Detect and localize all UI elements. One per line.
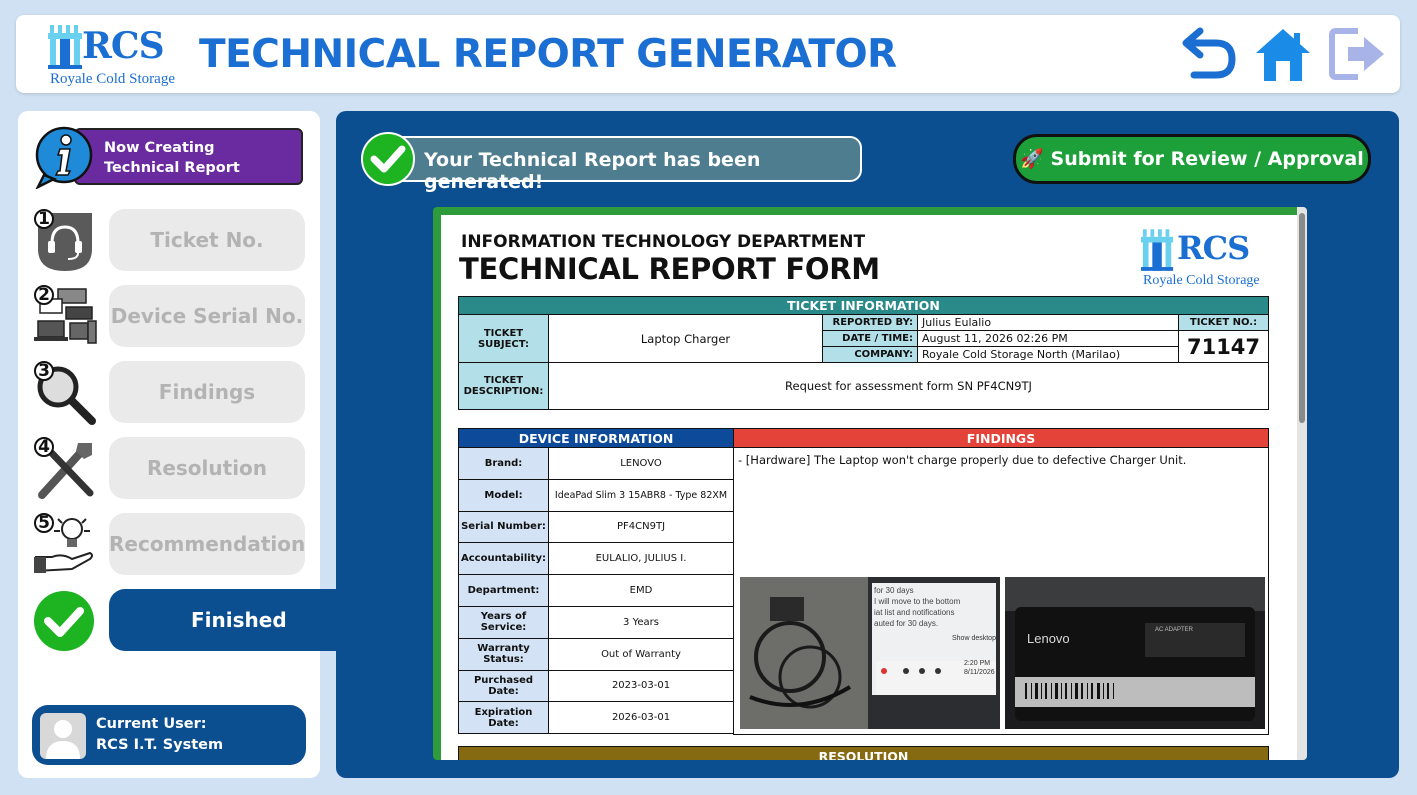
castle-icon bbox=[48, 25, 82, 69]
status-line1: Now Creating bbox=[104, 140, 215, 156]
status-line2: Technical Report bbox=[104, 160, 240, 176]
undo-icon[interactable] bbox=[1176, 25, 1238, 83]
success-check-icon bbox=[361, 132, 415, 186]
device-label: Years of Service: bbox=[458, 605, 549, 639]
photo1-text: 2:20 PM bbox=[964, 660, 991, 667]
step-number-3: 3 bbox=[34, 361, 54, 381]
current-user-label: Current User: bbox=[96, 716, 207, 732]
photo1-text: 8/11/2026 bbox=[964, 669, 995, 676]
findings-photo-1: for 30 days I will move to the bottom ia… bbox=[740, 577, 1000, 729]
app-header: RCS Royale Cold Storage TECHNICAL REPORT… bbox=[16, 15, 1400, 93]
device-value: EULALIO, JULIUS I. bbox=[548, 542, 734, 576]
home-icon[interactable] bbox=[1252, 25, 1314, 83]
photo1-text: auted for 30 days. bbox=[874, 619, 939, 628]
user-icon bbox=[46, 720, 80, 759]
photo2-brand-text: Lenovo bbox=[1027, 631, 1070, 646]
datetime-label: DATE / TIME: bbox=[822, 330, 918, 347]
company-label: COMPANY: bbox=[822, 346, 918, 363]
page-title: TECHNICAL REPORT GENERATOR bbox=[199, 32, 897, 77]
status-badge: Now Creating Technical Report bbox=[74, 128, 303, 185]
step-device-serial[interactable]: Device Serial No. bbox=[109, 285, 305, 347]
datetime-value: August 11, 2026 02:26 PM bbox=[917, 330, 1179, 347]
company-value: Royale Cold Storage North (Marilao) bbox=[917, 346, 1179, 363]
photo2-label-text: AC ADAPTER bbox=[1155, 627, 1194, 633]
info-icon bbox=[35, 126, 93, 189]
device-value: 3 Years bbox=[548, 605, 734, 639]
progress-sidebar: Now Creating Technical Report 1 Ticket N… bbox=[18, 111, 349, 778]
scrollbar-thumb[interactable] bbox=[1299, 213, 1305, 423]
submit-review-button[interactable]: 🚀 Submit for Review / Approval bbox=[1013, 134, 1371, 184]
device-value: 2026-03-01 bbox=[548, 701, 734, 735]
ticket-subject-label: TICKET SUBJECT: bbox=[458, 314, 549, 363]
device-label: Warranty Status: bbox=[458, 637, 549, 671]
device-value: Out of Warranty bbox=[548, 637, 734, 671]
report-scrollbar[interactable] bbox=[1297, 207, 1307, 760]
findings-text: - [Hardware] The Laptop won't charge pro… bbox=[738, 453, 1187, 467]
photo1-text: for 30 days bbox=[874, 586, 914, 595]
logo-text: RCS bbox=[82, 25, 165, 67]
step-number-4: 4 bbox=[34, 437, 54, 457]
device-value: IdeaPad Slim 3 15ABR8 - Type 82XM bbox=[548, 478, 734, 512]
step-number-5: 5 bbox=[34, 513, 54, 533]
step-recommendation[interactable]: Recommendation bbox=[109, 513, 305, 575]
findings-header: FINDINGS bbox=[734, 429, 1268, 448]
report-preview: INFORMATION TECHNOLOGY DEPARTMENT TECHNI… bbox=[433, 207, 1307, 760]
findings-photo-2: Lenovo AC ADAPTER bbox=[1005, 577, 1265, 729]
photo1-text: I will move to the bottom bbox=[874, 597, 961, 606]
report-dept: INFORMATION TECHNOLOGY DEPARTMENT bbox=[461, 232, 866, 252]
reported-by-value: Julius Eulalio bbox=[917, 314, 1179, 331]
device-label: Serial Number: bbox=[458, 510, 549, 544]
findings-box: FINDINGS - [Hardware] The Laptop won't c… bbox=[733, 428, 1269, 735]
current-user-card: Current User: RCS I.T. System bbox=[32, 705, 306, 765]
step-resolution[interactable]: Resolution bbox=[109, 437, 305, 499]
device-info-table: DEVICE INFORMATION Brand: LENOVO Model: Id… bbox=[458, 428, 734, 735]
device-label: Accountability: bbox=[458, 542, 549, 576]
ticket-info-table: TICKET INFORMATION TICKET SUBJECT: Lapto… bbox=[458, 296, 1269, 410]
report-title: TECHNICAL REPORT FORM bbox=[459, 252, 880, 286]
device-label: Department: bbox=[458, 574, 549, 607]
step-number-1: 1 bbox=[34, 209, 54, 229]
device-value: EMD bbox=[548, 574, 734, 607]
main-panel: Your Technical Report has been generated… bbox=[336, 111, 1399, 778]
step-ticket-no[interactable]: Ticket No. bbox=[109, 209, 305, 271]
ticket-no-value: 71147 bbox=[1178, 330, 1269, 363]
success-message: Your Technical Report has been generated… bbox=[424, 149, 761, 193]
device-label: Brand: bbox=[458, 447, 549, 480]
current-user-name: RCS I.T. System bbox=[96, 737, 224, 753]
ticket-desc-value: Request for assessment form SN PF4CN9TJ bbox=[548, 362, 1269, 410]
castle-icon bbox=[1141, 229, 1174, 271]
reported-by-label: REPORTED BY: bbox=[822, 314, 918, 331]
device-label: Model: bbox=[458, 478, 549, 512]
logo-subtitle: Royale Cold Storage bbox=[50, 71, 175, 87]
photo1-text: iat list and notifications bbox=[874, 608, 955, 617]
ticket-no-label: TICKET NO.: bbox=[1178, 314, 1269, 331]
report-logo-subtitle: Royale Cold Storage bbox=[1143, 273, 1260, 288]
check-circle-icon bbox=[34, 591, 94, 651]
step-findings[interactable]: Findings bbox=[109, 361, 305, 423]
resolution-header: RESOLUTION bbox=[458, 746, 1269, 760]
device-value: LENOVO bbox=[548, 447, 734, 480]
avatar bbox=[40, 713, 86, 759]
step-number-2: 2 bbox=[34, 285, 54, 305]
step-finished[interactable]: Finished bbox=[109, 589, 349, 651]
device-value: PF4CN9TJ bbox=[548, 510, 734, 544]
logout-icon[interactable] bbox=[1328, 25, 1390, 83]
device-label: Expiration Date: bbox=[458, 701, 549, 735]
ticket-section-header: TICKET INFORMATION bbox=[458, 296, 1269, 315]
device-section-header: DEVICE INFORMATION bbox=[458, 428, 734, 448]
rcs-logo: RCS Royale Cold Storage bbox=[32, 19, 175, 89]
photo1-text: Show desktop bbox=[952, 635, 996, 642]
device-label: Purchased Date: bbox=[458, 669, 549, 703]
report-logo: RCS Royale Cold Storage bbox=[1137, 225, 1267, 291]
report-document: INFORMATION TECHNOLOGY DEPARTMENT TECHNI… bbox=[441, 215, 1297, 760]
device-value: 2023-03-01 bbox=[548, 669, 734, 703]
report-logo-text: RCS bbox=[1177, 229, 1250, 267]
success-banner: Your Technical Report has been generated… bbox=[370, 136, 862, 193]
ticket-desc-label: TICKET DESCRIPTION: bbox=[458, 362, 549, 410]
ticket-subject-value: Laptop Charger bbox=[548, 314, 823, 363]
